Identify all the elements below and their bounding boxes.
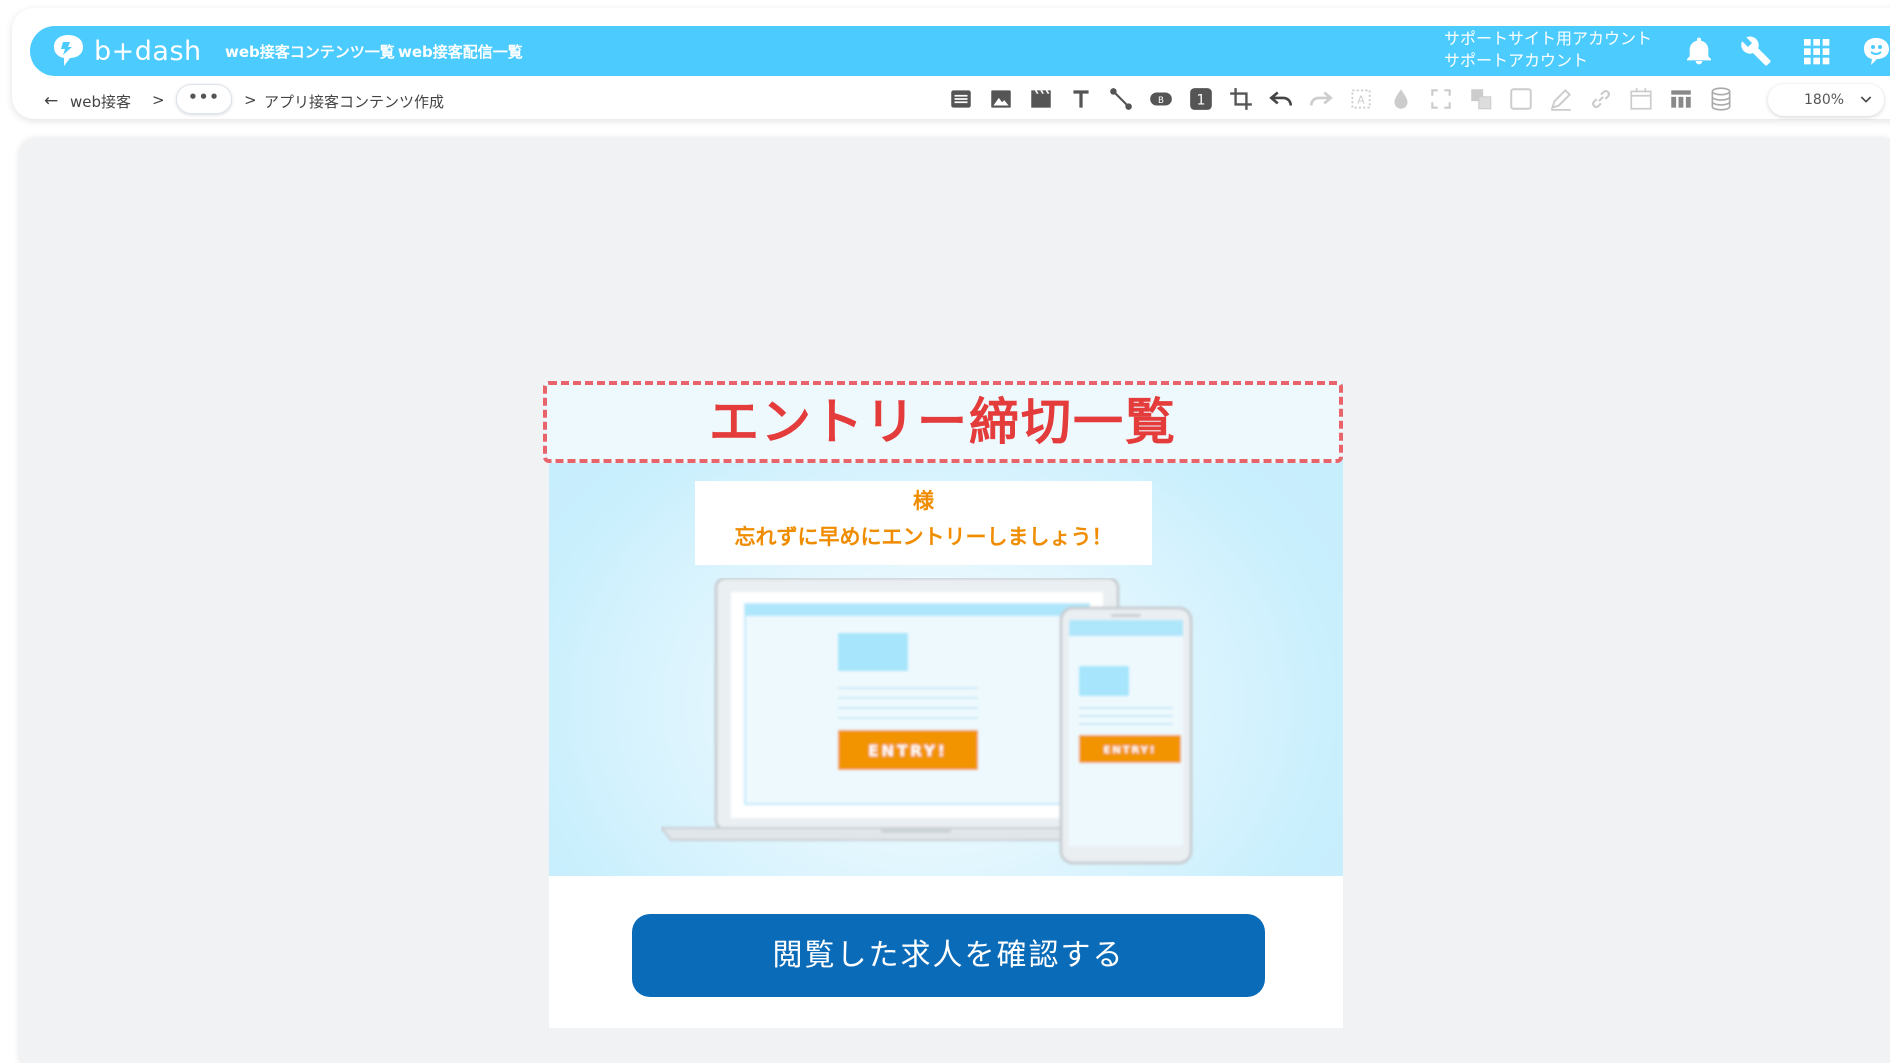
phone-entry-label: ENTRY! bbox=[1104, 745, 1157, 756]
devices-illustration[interactable]: ENTRY! ENTRY! bbox=[661, 578, 1221, 868]
nav-web-content-list[interactable]: web接客コンテンツ一覧 bbox=[225, 41, 395, 62]
top-navigation-bar: b+dash web接客コンテンツ一覧 web接客配信一覧 サポートサイト用アカ… bbox=[30, 26, 1890, 76]
text-frame-icon[interactable]: A bbox=[1348, 86, 1374, 112]
breadcrumb-web-sekkyaku[interactable]: web接客 bbox=[70, 91, 131, 112]
app-header: b+dash web接客コンテンツ一覧 web接客配信一覧 サポートサイト用アカ… bbox=[12, 8, 1890, 119]
calendar-icon[interactable] bbox=[1628, 86, 1654, 112]
account-site-name: サポートサイト用アカウント bbox=[1444, 29, 1653, 48]
fullscreen-icon[interactable] bbox=[1428, 86, 1454, 112]
button-block-icon[interactable]: B bbox=[1148, 86, 1174, 112]
bell-icon[interactable] bbox=[1683, 35, 1715, 67]
breadcrumb-separator: > bbox=[244, 91, 257, 109]
connector-icon[interactable] bbox=[1108, 86, 1134, 112]
video-icon[interactable] bbox=[1028, 86, 1054, 112]
svg-text:B: B bbox=[1158, 96, 1164, 106]
message-box[interactable]: 様 忘れずに早めにエントリーしましょう！ bbox=[695, 481, 1152, 565]
svg-text:A: A bbox=[1357, 93, 1365, 106]
account-name: サポートアカウント bbox=[1444, 51, 1589, 70]
zoom-select[interactable]: 180% bbox=[1768, 84, 1884, 116]
logo-bubble-icon bbox=[54, 35, 83, 66]
message-text: 忘れずに早めにエントリーしましょう！ bbox=[734, 525, 1113, 549]
pen-icon[interactable] bbox=[1548, 86, 1574, 112]
editor-canvas[interactable]: 様 忘れずに早めにエントリーしましょう！ ENTRY! ENTRY! エントリー… bbox=[20, 138, 1890, 1063]
logo-text: b+dash bbox=[94, 35, 202, 67]
breadcrumb-current-page: アプリ接客コンテンツ作成 bbox=[264, 93, 445, 111]
message-honorific: 様 bbox=[913, 489, 934, 513]
account-info[interactable]: サポートサイト用アカウント サポートアカウント bbox=[1444, 28, 1652, 72]
table-icon[interactable] bbox=[1668, 86, 1694, 112]
wrench-icon[interactable] bbox=[1740, 35, 1772, 67]
bdash-logo[interactable]: b+dash bbox=[48, 32, 202, 70]
selected-title-box[interactable]: エントリー締切一覧 bbox=[543, 381, 1343, 463]
editor-subbar: ← web接客 > ••• > アプリ接客コンテンツ作成 B 1 A 180% bbox=[30, 82, 1890, 122]
chevron-down-icon bbox=[1860, 96, 1872, 103]
app-content-preview[interactable]: 様 忘れずに早めにエントリーしましょう！ ENTRY! ENTRY! エントリー… bbox=[543, 381, 1343, 1028]
number-badge-icon[interactable]: 1 bbox=[1188, 86, 1214, 112]
image-icon[interactable] bbox=[988, 86, 1014, 112]
arrow-left-icon[interactable]: ← bbox=[44, 91, 58, 111]
number-badge-label: 1 bbox=[1197, 92, 1206, 108]
user-avatar-icon[interactable] bbox=[1860, 35, 1890, 67]
redo-icon[interactable] bbox=[1308, 86, 1334, 112]
layers-icon[interactable] bbox=[1468, 86, 1494, 112]
rectangle-icon[interactable] bbox=[1508, 86, 1534, 112]
link-icon[interactable] bbox=[1588, 86, 1614, 112]
undo-icon[interactable] bbox=[1268, 86, 1294, 112]
apps-grid-icon[interactable] bbox=[1800, 35, 1832, 67]
nav-web-delivery-list[interactable]: web接客配信一覧 bbox=[398, 41, 523, 62]
breadcrumb-separator: > bbox=[152, 91, 165, 109]
zoom-value: 180% bbox=[1804, 92, 1845, 108]
page-title: エントリー締切一覧 bbox=[709, 393, 1177, 451]
laptop-entry-label: ENTRY! bbox=[868, 742, 947, 760]
list-block-icon[interactable] bbox=[948, 86, 974, 112]
crop-icon[interactable] bbox=[1228, 86, 1254, 112]
database-icon[interactable] bbox=[1708, 86, 1734, 112]
view-jobs-button[interactable]: 閲覧した求人を確認する bbox=[632, 914, 1265, 997]
breadcrumb-more-button[interactable]: ••• bbox=[176, 84, 232, 114]
text-icon[interactable] bbox=[1068, 86, 1094, 112]
drop-icon[interactable] bbox=[1388, 86, 1414, 112]
